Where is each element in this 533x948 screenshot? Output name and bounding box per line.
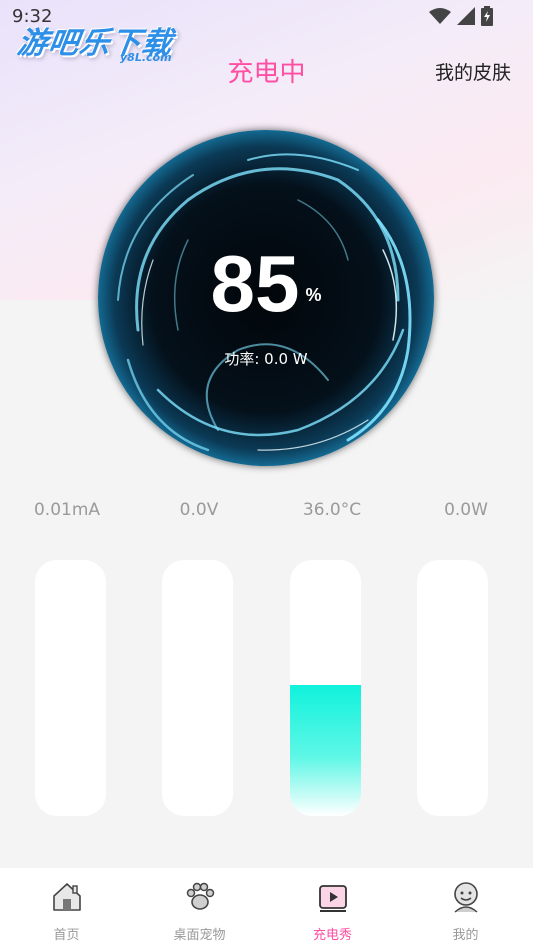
battery-percent-value: 85: [210, 239, 300, 328]
battery-icon: [481, 6, 493, 26]
stat-bar-2: [290, 560, 361, 816]
stat-label-2: 36.0°C: [302, 500, 362, 520]
play-icon: [318, 885, 347, 912]
tab-home[interactable]: 首页: [0, 868, 133, 948]
charging-orb: 85% 功率: 0.0 W: [98, 130, 434, 466]
signal-icon: [457, 7, 475, 25]
tab-home-label: 首页: [53, 928, 80, 943]
stat-bar-3: [417, 560, 488, 816]
tab-charging-show[interactable]: 充电秀: [266, 868, 399, 948]
power-readout: 功率: 0.0 W: [224, 350, 308, 368]
battery-percent-unit: %: [305, 285, 322, 305]
stat-bar-0: [35, 560, 106, 816]
tab-mine-label: 我的: [452, 928, 479, 943]
profile-icon: [453, 882, 478, 913]
tab-mine[interactable]: 我的: [399, 868, 532, 948]
bottom-tab-bar: 首页 桌面宠物 充电秀 我的: [0, 868, 533, 948]
tab-desktop-pet-label: 桌面宠物: [173, 928, 226, 943]
stat-bar-1: [162, 560, 233, 816]
stat-label-1: 0.0V: [179, 500, 219, 520]
battery-percent: 85%: [98, 238, 434, 330]
home-icon: [52, 883, 81, 911]
tab-desktop-pet[interactable]: 桌面宠物: [133, 868, 266, 948]
status-icons: [429, 6, 493, 26]
stat-label-3: 0.0W: [444, 500, 488, 520]
paw-icon: [186, 882, 214, 910]
my-skin-button[interactable]: 我的皮肤: [435, 58, 511, 85]
tab-charging-show-label: 充电秀: [312, 928, 352, 943]
wifi-icon: [429, 8, 451, 24]
stat-label-0: 0.01mA: [33, 500, 101, 520]
stat-bar-fill-2: [290, 685, 361, 816]
